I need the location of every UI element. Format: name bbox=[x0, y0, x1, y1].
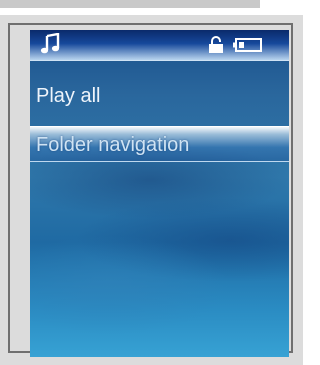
status-bar bbox=[30, 30, 289, 61]
menu-item-folder-navigation[interactable]: Folder navigation bbox=[30, 126, 289, 162]
menu-item-label: Play all bbox=[36, 85, 101, 107]
player-screen: Play all Folder navigation bbox=[30, 30, 289, 357]
battery-icon bbox=[233, 38, 262, 52]
lock-icon bbox=[209, 36, 223, 53]
music-note-icon bbox=[40, 33, 60, 54]
menu-item-label: Folder navigation bbox=[36, 134, 190, 156]
page-strip bbox=[0, 0, 260, 8]
menu-item-play-all[interactable]: Play all bbox=[30, 78, 289, 114]
